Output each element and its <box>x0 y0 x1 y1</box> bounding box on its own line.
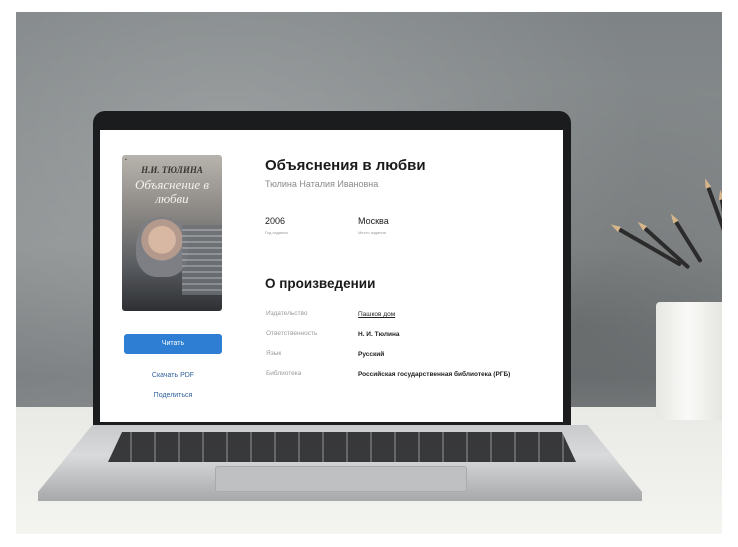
cover-portrait <box>136 217 188 277</box>
cover-cityscape <box>182 225 222 295</box>
share-link[interactable]: Поделиться <box>124 392 222 399</box>
book-cover-image: ▪ Н.И. ТЮЛИНА Объяснение в любви <box>122 155 222 311</box>
publisher-label: Издательство <box>266 310 308 317</box>
library-label: Библиотека <box>266 370 302 377</box>
publication-place: Москва <box>358 216 389 226</box>
book-title: Объяснения в любви <box>265 157 426 174</box>
responsibility-value: Н. И. Тюлина <box>358 331 400 338</box>
read-button[interactable]: Читать <box>124 334 222 354</box>
publication-year-label: Год издания <box>265 230 288 235</box>
publisher-link[interactable]: Пашков дом <box>358 310 518 319</box>
publication-year: 2006 <box>265 216 286 226</box>
publication-place-label: Место издания <box>358 230 386 235</box>
book-author: Тюлина Наталия Ивановна <box>265 179 379 189</box>
library-value: Российская государственная библиотека (Р… <box>358 371 511 378</box>
cover-corner-mark: ▪ <box>125 157 127 163</box>
trackpad <box>215 466 467 492</box>
about-heading: О произведении <box>265 276 376 291</box>
language-label: Язык <box>266 350 282 357</box>
download-pdf-link[interactable]: Скачать PDF <box>124 372 222 379</box>
keyboard <box>108 432 576 462</box>
language-value: Русский <box>358 351 385 358</box>
laptop-screen: ▪ Н.И. ТЮЛИНА Объяснение в любви Читать … <box>100 130 563 422</box>
responsibility-label: Ответственность <box>266 330 318 337</box>
cover-author: Н.И. ТЮЛИНА <box>141 165 203 175</box>
cover-title: Объяснение в любви <box>135 177 209 206</box>
